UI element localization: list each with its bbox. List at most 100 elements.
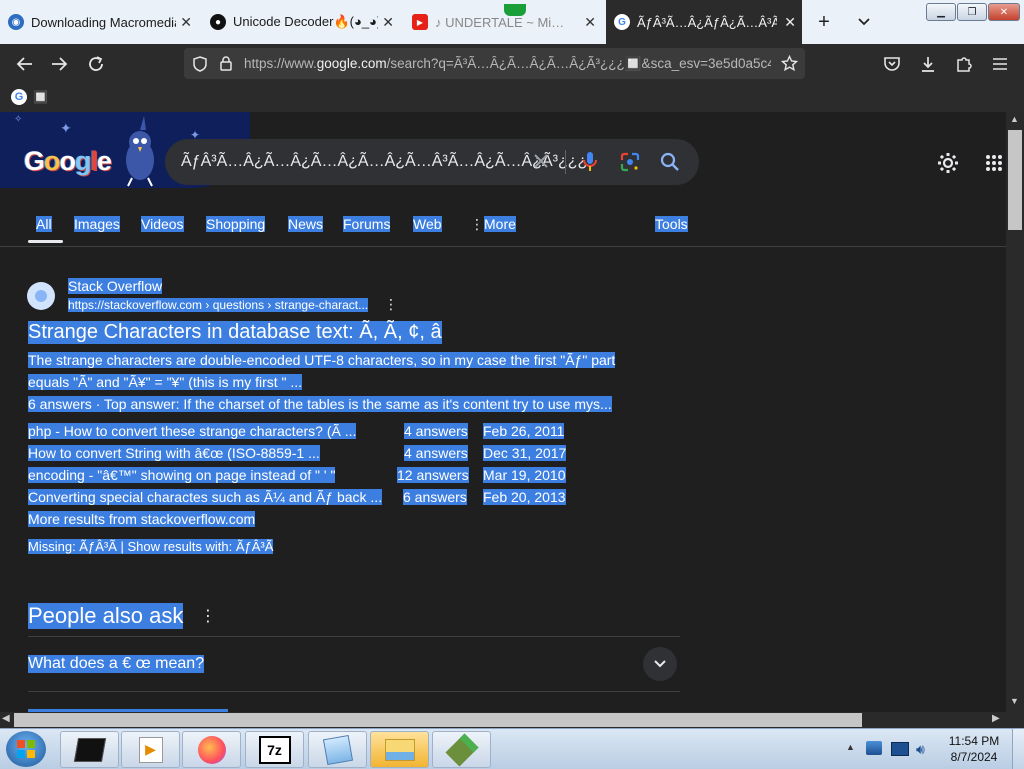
sublink[interactable]: How to convert String with â€œ (ISO-8859… — [28, 445, 320, 461]
horizontal-scrollbar-thumb[interactable] — [14, 713, 862, 727]
google-lens-icon[interactable] — [620, 152, 640, 172]
site-favicon — [27, 282, 55, 310]
taskbar-app-7zip[interactable]: 7z — [245, 731, 304, 768]
taskbar-app-firefox[interactable] — [182, 731, 241, 768]
minimize-button[interactable]: ▁ — [926, 3, 956, 21]
puzzle-piece-icon — [957, 57, 972, 72]
paa-question-row[interactable]: What does a € œ mean? — [28, 637, 680, 691]
paa-options-icon[interactable]: ⋮ — [200, 606, 216, 626]
tab-downloading-macromedia[interactable]: ◉ Downloading Macromedia ✕ — [8, 0, 198, 44]
missing-terms-note[interactable]: Missing: ÃƒÂ³Ã | Show results with: ÃƒÂ³… — [28, 539, 274, 554]
close-tab-icon[interactable]: ✕ — [584, 14, 596, 31]
tab-all[interactable]: All — [36, 216, 52, 232]
windows-logo-icon — [17, 740, 35, 758]
network-status-icon[interactable] — [866, 741, 882, 755]
close-tab-icon[interactable]: ✕ — [382, 14, 394, 31]
search-query[interactable]: ÃƒÂ³Ã…Â¿Ã…Â¿Ã…Â¿Ã…Â¿Ã…Â³Ã…Â¿Ã…Â¿Ã³¿¿¿ — [181, 153, 587, 171]
vertical-scrollbar-thumb[interactable] — [1008, 130, 1022, 230]
star-decoration: ✧ — [14, 114, 23, 125]
tab-news[interactable]: News — [288, 216, 324, 232]
google-apps-grid-icon[interactable] — [985, 154, 1003, 172]
back-button[interactable] — [12, 52, 36, 76]
maximize-button[interactable]: ❐ — [957, 3, 987, 21]
address-bar[interactable]: https://www.google.com/search?q=Ã³Ã…Â¿Ã…… — [184, 48, 805, 79]
search-box[interactable]: ÃƒÂ³Ã…Â¿Ã…Â¿Ã…Â¿Ã…Â¿Ã…Â³Ã…Â¿Ã…Â¿Ã³¿¿¿ — [165, 139, 699, 185]
downloads-button[interactable] — [916, 52, 940, 76]
result-breadcrumb[interactable]: https://stackoverflow.com › questions › … — [68, 298, 369, 312]
tab-google-search-active[interactable]: G ÃƒÂ³Ã…Â¿ÃƒÂ¿Ã…Â³Ã…Â ✕ — [606, 0, 802, 44]
tab-undertale[interactable]: ▶ ♪ UNDERTALE ~ Mi… ✕ — [412, 0, 602, 44]
bookmark-star-icon[interactable] — [781, 55, 798, 72]
tab-title: ♪ UNDERTALE ~ Mi… — [435, 14, 565, 30]
clear-search-icon[interactable] — [533, 153, 549, 169]
volume-speaker-icon[interactable]: 🔊︎ — [916, 741, 925, 758]
close-tab-icon[interactable]: ✕ — [784, 14, 796, 31]
pocket-icon — [884, 57, 900, 71]
scroll-up-arrow-icon[interactable]: ▲ — [1010, 114, 1019, 124]
new-tab-button[interactable]: + — [812, 10, 836, 34]
reload-icon — [89, 56, 103, 71]
close-tab-icon[interactable]: ✕ — [180, 14, 192, 31]
pocket-button[interactable] — [880, 52, 904, 76]
scroll-down-arrow-icon[interactable]: ▼ — [1010, 696, 1019, 706]
tab-title: Downloading Macromedia — [31, 14, 176, 30]
app-menu-button[interactable] — [988, 52, 1012, 76]
taskbar-app-media-player[interactable]: ▶ — [121, 731, 180, 768]
system-clock[interactable]: 11:54 PM 8/7/2024 — [944, 733, 1004, 765]
google-doodle-logo[interactable]: Google — [24, 116, 164, 187]
more-results-link[interactable]: More results from stackoverflow.com — [28, 511, 256, 527]
tab-videos[interactable]: Videos — [141, 216, 184, 232]
taskbar-app-terminal[interactable] — [60, 731, 119, 768]
tab-strip: ◉ Downloading Macromedia ✕ ● Unicode Dec… — [0, 0, 1024, 44]
sublink-answers: 4 answers — [404, 445, 468, 461]
sublink[interactable]: encoding - "â€™" showing on page instead… — [28, 467, 336, 483]
reload-button[interactable] — [84, 52, 108, 76]
taskbar-app-notepad[interactable] — [308, 731, 367, 768]
minecraft-icon — [444, 732, 479, 767]
show-desktop-button[interactable] — [1012, 729, 1024, 769]
sublink[interactable]: Converting special charactes such as Ã¼ … — [28, 489, 383, 505]
taskbar-app-file-explorer-active[interactable] — [370, 731, 429, 768]
expand-button[interactable] — [643, 647, 677, 681]
scroll-right-arrow-icon[interactable]: ▶ — [992, 713, 1000, 724]
tab-images[interactable]: Images — [74, 216, 120, 232]
result-answers-summary: 6 answers · Top answer: If the charset o… — [28, 396, 612, 412]
tools-button[interactable]: Tools — [655, 216, 688, 232]
taskbar-app-minecraft[interactable] — [432, 731, 491, 768]
bookmarks-toolbar: G 🔲 — [0, 84, 1024, 113]
sublink[interactable]: php - How to convert these strange chara… — [28, 423, 357, 439]
microphone-icon[interactable] — [582, 151, 598, 173]
search-icon[interactable] — [660, 152, 680, 172]
list-all-tabs-button[interactable] — [852, 10, 876, 34]
tab-unicode-decoder[interactable]: ● Unicode Decoder🔥(◕_◕) ✕ — [210, 0, 400, 44]
show-hidden-icons-icon[interactable]: ▲ — [846, 742, 855, 752]
youtube-icon: ▶ — [412, 14, 428, 30]
result-site-name[interactable]: Stack Overflow — [68, 278, 163, 294]
tab-shopping[interactable]: Shopping — [206, 216, 266, 232]
google-icon: G — [11, 89, 27, 105]
result-options-icon[interactable]: ⋮ — [384, 296, 398, 313]
sublink-answers: 12 answers — [397, 467, 469, 483]
vertical-scrollbar[interactable]: ▲ ▼ — [1006, 112, 1024, 712]
scroll-left-arrow-icon[interactable]: ◀ — [2, 713, 10, 724]
extensions-button[interactable] — [952, 52, 976, 76]
settings-gear-icon[interactable] — [937, 152, 959, 174]
result-title-link[interactable]: Strange Characters in database text: Ã, … — [28, 321, 442, 344]
bookmark-google[interactable]: G 🔲 — [11, 89, 48, 105]
display-monitor-icon[interactable] — [891, 742, 909, 756]
tab-web[interactable]: Web — [413, 216, 442, 232]
url-path: /search?q=Ã³Ã…Â¿Ã…Â¿Ã…Â¿Ã³¿¿¿🔲&sca_esv=3… — [386, 56, 771, 71]
close-window-button[interactable]: ✕ — [988, 3, 1020, 21]
sublink-date: Feb 26, 2011 — [483, 423, 565, 439]
tracking-protection-shield-icon[interactable] — [192, 56, 208, 72]
notepad-icon — [322, 734, 353, 765]
audio-playing-icon[interactable] — [504, 4, 526, 16]
hamburger-menu-icon — [993, 58, 1007, 70]
forward-button[interactable] — [48, 52, 72, 76]
tab-more[interactable]: More — [484, 216, 516, 232]
lock-icon[interactable] — [219, 55, 233, 71]
horizontal-scrollbar[interactable]: ◀ ▶ — [0, 712, 1024, 728]
tab-forums[interactable]: Forums — [343, 216, 391, 232]
start-button[interactable] — [6, 731, 46, 767]
url-text[interactable]: https://www.google.com/search?q=Ã³Ã…Â¿Ã…… — [244, 56, 771, 72]
